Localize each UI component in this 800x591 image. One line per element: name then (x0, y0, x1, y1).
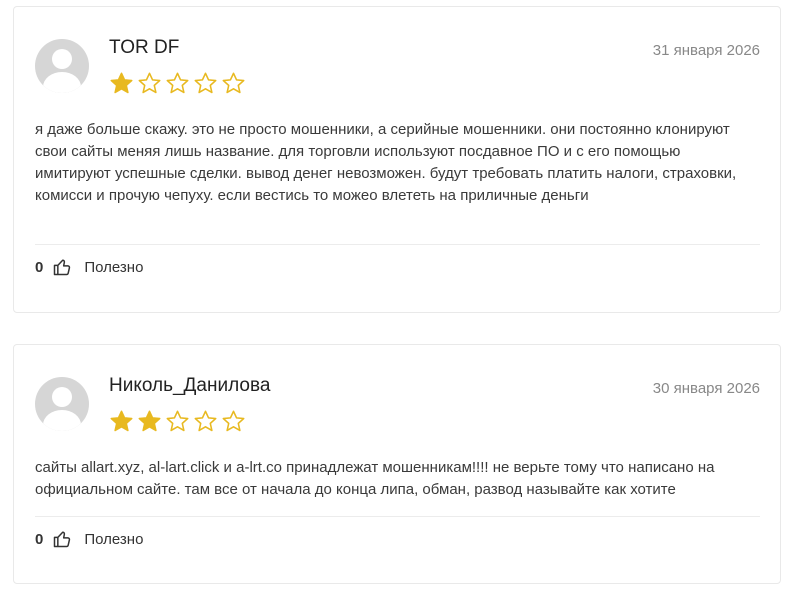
star-empty-icon (138, 72, 161, 94)
star-empty-icon (222, 410, 245, 432)
thumbs-up-icon (54, 531, 71, 548)
rating-stars (109, 71, 246, 96)
review-card: Николь_Данилова 30 января 2026 сайты all… (13, 344, 781, 584)
like-count: 0 (35, 258, 44, 276)
avatar-head-shape (52, 387, 72, 407)
rating-stars (109, 409, 246, 434)
review-date: 31 января 2026 (652, 42, 760, 59)
review-text: сайты allart.xyz, al-lart.click и a-lrt.… (35, 459, 715, 498)
review-author: TOR DF (109, 37, 180, 58)
star-empty-icon (194, 410, 217, 432)
star-filled-icon (138, 410, 161, 432)
star-empty-icon (166, 72, 189, 94)
review-text: я даже больше скажу. это не просто мошен… (35, 121, 737, 204)
review-date: 30 января 2026 (652, 380, 760, 397)
star-filled-icon (110, 410, 133, 432)
avatar (35, 39, 89, 93)
star-empty-icon (222, 72, 245, 94)
review-footer: 0 Полезно (35, 529, 143, 549)
avatar-body-shape (43, 72, 81, 93)
avatar (35, 377, 89, 431)
avatar-head-shape (52, 49, 72, 69)
like-count: 0 (35, 530, 44, 548)
review-card: TOR DF 31 января 2026 я даже больше скаж… (13, 6, 781, 313)
like-button[interactable] (52, 257, 72, 277)
star-empty-icon (166, 410, 189, 432)
like-button[interactable] (52, 529, 72, 549)
review-author: Николь_Данилова (109, 375, 271, 396)
review-footer: 0 Полезно (35, 257, 143, 277)
thumbs-up-icon (54, 259, 71, 276)
useful-button[interactable]: Полезно (84, 259, 143, 276)
star-empty-icon (194, 72, 217, 94)
avatar-body-shape (43, 410, 81, 431)
star-filled-icon (110, 72, 133, 94)
divider (35, 516, 760, 517)
useful-button[interactable]: Полезно (84, 531, 143, 548)
divider (35, 244, 760, 245)
